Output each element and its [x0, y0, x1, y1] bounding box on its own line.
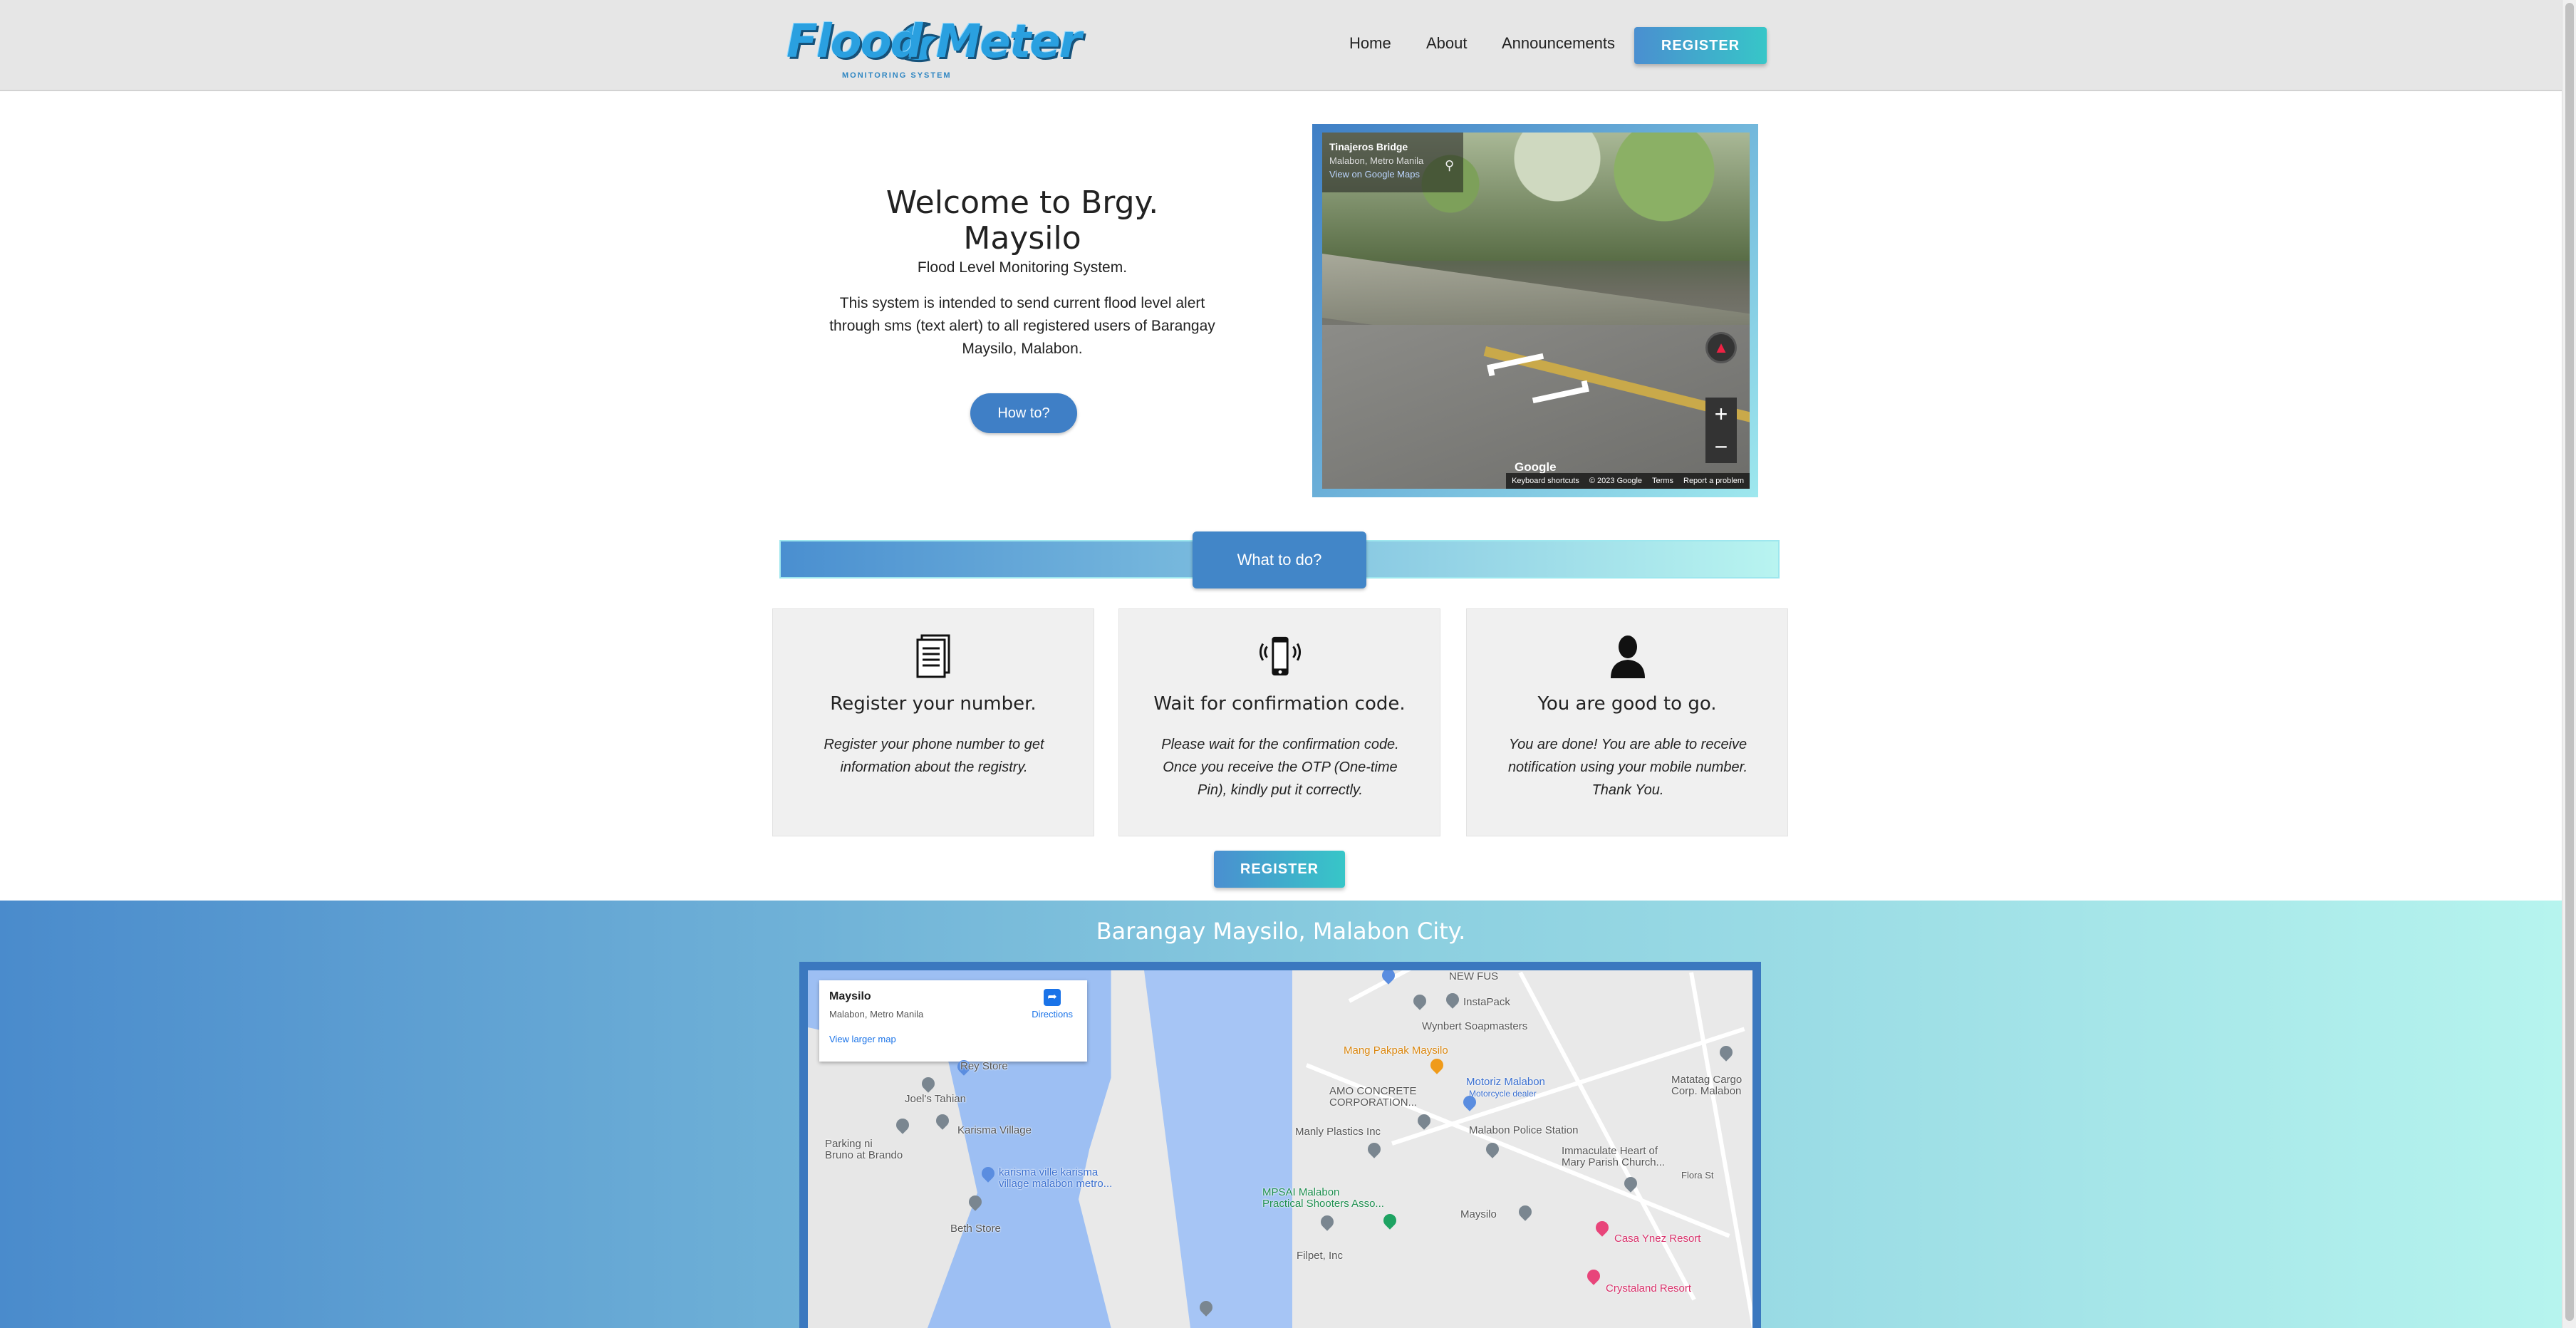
step-card: Wait for confirmation code. Please wait … [1118, 608, 1440, 836]
map-road [1689, 972, 1752, 1328]
map-pin-icon[interactable] [1593, 1218, 1611, 1237]
map-label: AMO CONCRETE CORPORATION... [1329, 1085, 1418, 1109]
directions-icon: ➦ [1044, 989, 1061, 1006]
map-pin-icon[interactable] [1381, 1211, 1399, 1230]
what-to-do-button[interactable]: What to do? [1193, 531, 1366, 588]
streetview-frame: Tinajeros Bridge Malabon, Metro Manila V… [1312, 124, 1758, 497]
view-google-maps-link[interactable]: View on Google Maps [1329, 169, 1456, 180]
streetview-embed[interactable]: Tinajeros Bridge Malabon, Metro Manila V… [1322, 133, 1750, 489]
google-map-embed[interactable]: Maysilo Malabon, Metro Manila View large… [808, 970, 1752, 1328]
map-pin-icon[interactable] [1411, 992, 1429, 1010]
map-label: Casa Ynez Resort [1614, 1233, 1701, 1245]
step-text: Register your phone number to get inform… [824, 737, 1044, 775]
phone-vibrate-icon [1259, 633, 1302, 679]
nav-announcements[interactable]: Announcements [1502, 34, 1615, 53]
logo-subtitle: MONITORING SYSTEM [842, 71, 952, 80]
nav-about[interactable]: About [1426, 34, 1468, 53]
how-to-button[interactable]: How to? [970, 393, 1077, 433]
view-larger-map-link[interactable]: View larger map [829, 1034, 1077, 1044]
map-label: karisma ville karisma village malabon me… [999, 1166, 1113, 1190]
map-label: Joel's Tahian [905, 1093, 966, 1105]
map-pin-icon[interactable] [1717, 1043, 1735, 1062]
keyboard-shortcuts-link[interactable]: Keyboard shortcuts [1512, 477, 1579, 485]
terms-link[interactable]: Terms [1652, 477, 1673, 485]
zoom-control[interactable]: + − [1705, 398, 1737, 463]
register-button-secondary[interactable]: REGISTER [1214, 851, 1345, 888]
user-icon [1606, 633, 1649, 679]
page-description: This system is intended to send current … [829, 295, 1215, 357]
directions-button[interactable]: ➦ Directions [1032, 989, 1073, 1020]
streetview-place: Tinajeros Bridge [1329, 141, 1408, 152]
map-label: Rey Store [960, 1060, 1008, 1072]
map-label: InstaPack [1463, 996, 1510, 1008]
map-label: Motoriz Malabon [1466, 1076, 1545, 1088]
logo[interactable]: Flood Meter MONITORING SYSTEM [781, 9, 1081, 83]
map-label: Crystaland Resort [1606, 1282, 1692, 1295]
map-label: Karisma Village [957, 1124, 1032, 1136]
step-text: You are done! You are able to receive no… [1507, 737, 1748, 798]
map-pin-icon[interactable] [1428, 1056, 1446, 1074]
map-road [1348, 970, 1678, 1003]
map-pin-icon[interactable] [1516, 1203, 1534, 1221]
map-label: Immaculate Heart of Mary Parish Church..… [1562, 1145, 1666, 1168]
streetview-location: Malabon, Metro Manila [1329, 155, 1424, 166]
step-card: Register your number. Register your phon… [772, 608, 1094, 836]
step-title: Register your number. [830, 693, 1037, 715]
step-title: Wait for confirmation code. [1153, 693, 1406, 715]
map-label: Filpet, Inc [1297, 1250, 1344, 1262]
page-subtitle: Flood Level Monitoring System. [917, 259, 1128, 276]
map-label: Wynbert Soapmasters [1422, 1020, 1528, 1032]
map-label: Motorcycle dealer [1469, 1089, 1537, 1099]
map-pin-icon[interactable] [1318, 1213, 1336, 1231]
nav-home[interactable]: Home [1349, 34, 1391, 53]
step-card: You are good to go. You are done! You ar… [1466, 608, 1788, 836]
copyright-text: © 2023 Google [1589, 477, 1643, 485]
map-label: NEW FUS [1449, 970, 1499, 982]
directions-label: Directions [1032, 1009, 1073, 1020]
map-pin-icon: ⚲ [1445, 158, 1455, 172]
map-label: Maysilo [1460, 1208, 1497, 1220]
streetview-footer: Keyboard shortcuts © 2023 Google Terms R… [1506, 473, 1750, 489]
scrollbar-thumb[interactable] [2565, 3, 2574, 1321]
register-button[interactable]: REGISTER [1634, 27, 1767, 64]
streetview-info: Tinajeros Bridge Malabon, Metro Manila V… [1322, 133, 1463, 192]
map-label: Parking ni Bruno at Brando [825, 1138, 903, 1161]
map-pin-icon[interactable] [1443, 990, 1462, 1009]
page-title: Welcome to Brgy. Maysilo [886, 185, 1159, 256]
zoom-in-icon[interactable]: + [1705, 398, 1737, 430]
map-pin-icon[interactable] [1584, 1267, 1603, 1285]
logo-text: Flood Meter [786, 16, 1081, 68]
map-section: Barangay Maysilo, Malabon City. Maysilo … [0, 901, 2562, 1328]
map-water-channel [1144, 970, 1292, 1328]
compass-icon[interactable]: ▲ [1705, 332, 1737, 363]
zoom-out-icon[interactable]: − [1705, 430, 1737, 463]
map-label: Malabon Police Station [1469, 1124, 1579, 1136]
map-label: Mang Pakpak Maysilo [1344, 1044, 1448, 1057]
map-pin-icon[interactable] [1365, 1140, 1383, 1158]
scrollbar[interactable] [2562, 0, 2576, 1328]
map-heading: Barangay Maysilo, Malabon City. [1096, 918, 1466, 945]
step-text: Please wait for the confirmation code. O… [1161, 737, 1399, 798]
map-label: Beth Store [950, 1223, 1001, 1235]
map-label: Matatag Cargo Corp. Malabon [1671, 1074, 1743, 1097]
navbar: Flood Meter MONITORING SYSTEM Home About… [0, 0, 2562, 91]
map-label: MPSAI Malabon Practical Shooters Asso... [1262, 1186, 1384, 1210]
map-label: Flora St [1681, 1170, 1714, 1181]
document-icon [913, 633, 955, 679]
map-frame: Maysilo Malabon, Metro Manila View large… [799, 962, 1761, 1328]
step-title: You are good to go. [1537, 693, 1717, 715]
report-problem-link[interactable]: Report a problem [1683, 477, 1744, 485]
place-card: Maysilo Malabon, Metro Manila View large… [819, 980, 1087, 1062]
map-label: Manly Plastics Inc [1295, 1126, 1381, 1138]
google-watermark: Google [1515, 460, 1557, 474]
